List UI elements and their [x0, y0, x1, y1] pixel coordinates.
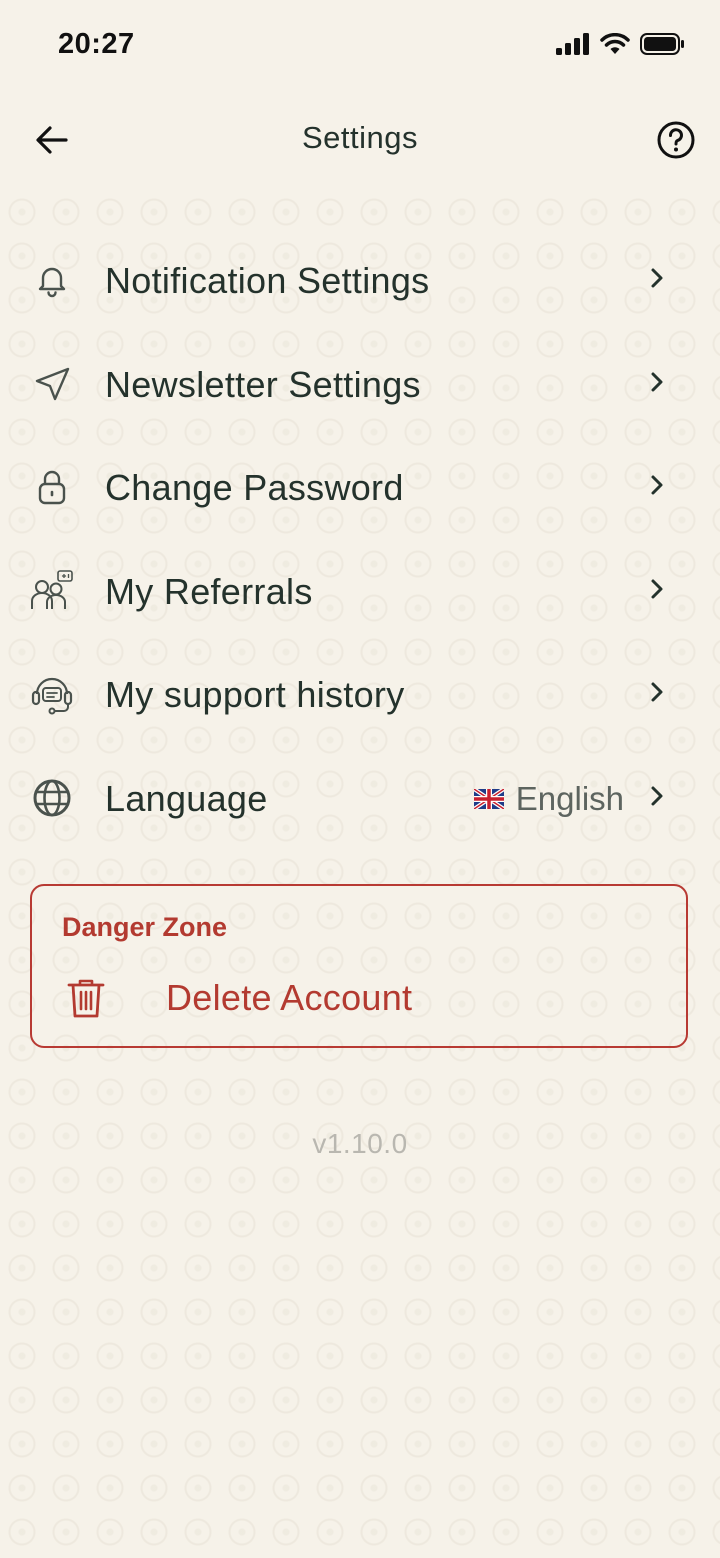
people-icon: [30, 569, 74, 613]
help-button[interactable]: [654, 118, 698, 162]
wifi-icon: [600, 33, 630, 54]
language-value-text: English: [515, 779, 624, 817]
chevron-right-icon: [651, 475, 663, 495]
uk-flag-icon: [473, 788, 504, 809]
language-value: English: [473, 779, 624, 818]
bell-icon: [30, 258, 74, 302]
status-icons: [556, 33, 686, 55]
delete-account-label: Delete Account: [166, 977, 413, 1018]
cellular-signal-icon: [556, 33, 589, 55]
menu-item-label: My Referrals: [105, 570, 313, 612]
chevron-right-icon: [651, 579, 663, 598]
page-title: Settings: [301, 120, 418, 155]
menu-item-label: Language: [105, 777, 268, 819]
header: Settings: [0, 100, 720, 180]
delete-account-button[interactable]: Delete Account: [62, 974, 462, 1024]
menu-item-notification-settings[interactable]: Notification Settings: [0, 230, 720, 334]
status-bar: 20:27: [0, 0, 720, 90]
danger-zone-card: Danger Zone Delete Account: [30, 884, 688, 1048]
settings-menu: Notification Settings Newsletter Setting…: [0, 230, 720, 851]
battery-icon: [640, 33, 684, 55]
headset-icon: [30, 672, 74, 716]
send-icon: [30, 362, 74, 406]
menu-item-my-referrals[interactable]: My Referrals: [0, 541, 720, 645]
menu-item-label: Newsletter Settings: [105, 363, 421, 405]
danger-zone-title: Danger Zone: [62, 912, 228, 942]
app-version: v1.10.0: [312, 1128, 408, 1159]
menu-item-label: My support history: [105, 674, 405, 715]
chevron-right-icon: [651, 372, 663, 391]
chevron-right-icon: [651, 682, 663, 702]
globe-icon: [30, 776, 74, 820]
lock-icon: [30, 465, 74, 509]
menu-item-change-password[interactable]: Change Password: [0, 437, 720, 541]
menu-item-support-history[interactable]: My support history: [0, 644, 720, 748]
chevron-right-icon: [651, 786, 663, 805]
menu-item-newsletter-settings[interactable]: Newsletter Settings: [0, 334, 720, 438]
status-time: 20:27: [58, 28, 135, 60]
menu-item-label: Notification Settings: [105, 260, 430, 301]
menu-item-label: Change Password: [105, 467, 404, 508]
chevron-right-icon: [651, 268, 663, 288]
menu-item-language[interactable]: Language English: [0, 748, 720, 852]
trash-icon: [67, 979, 105, 1018]
question-circle-icon: [657, 121, 695, 159]
